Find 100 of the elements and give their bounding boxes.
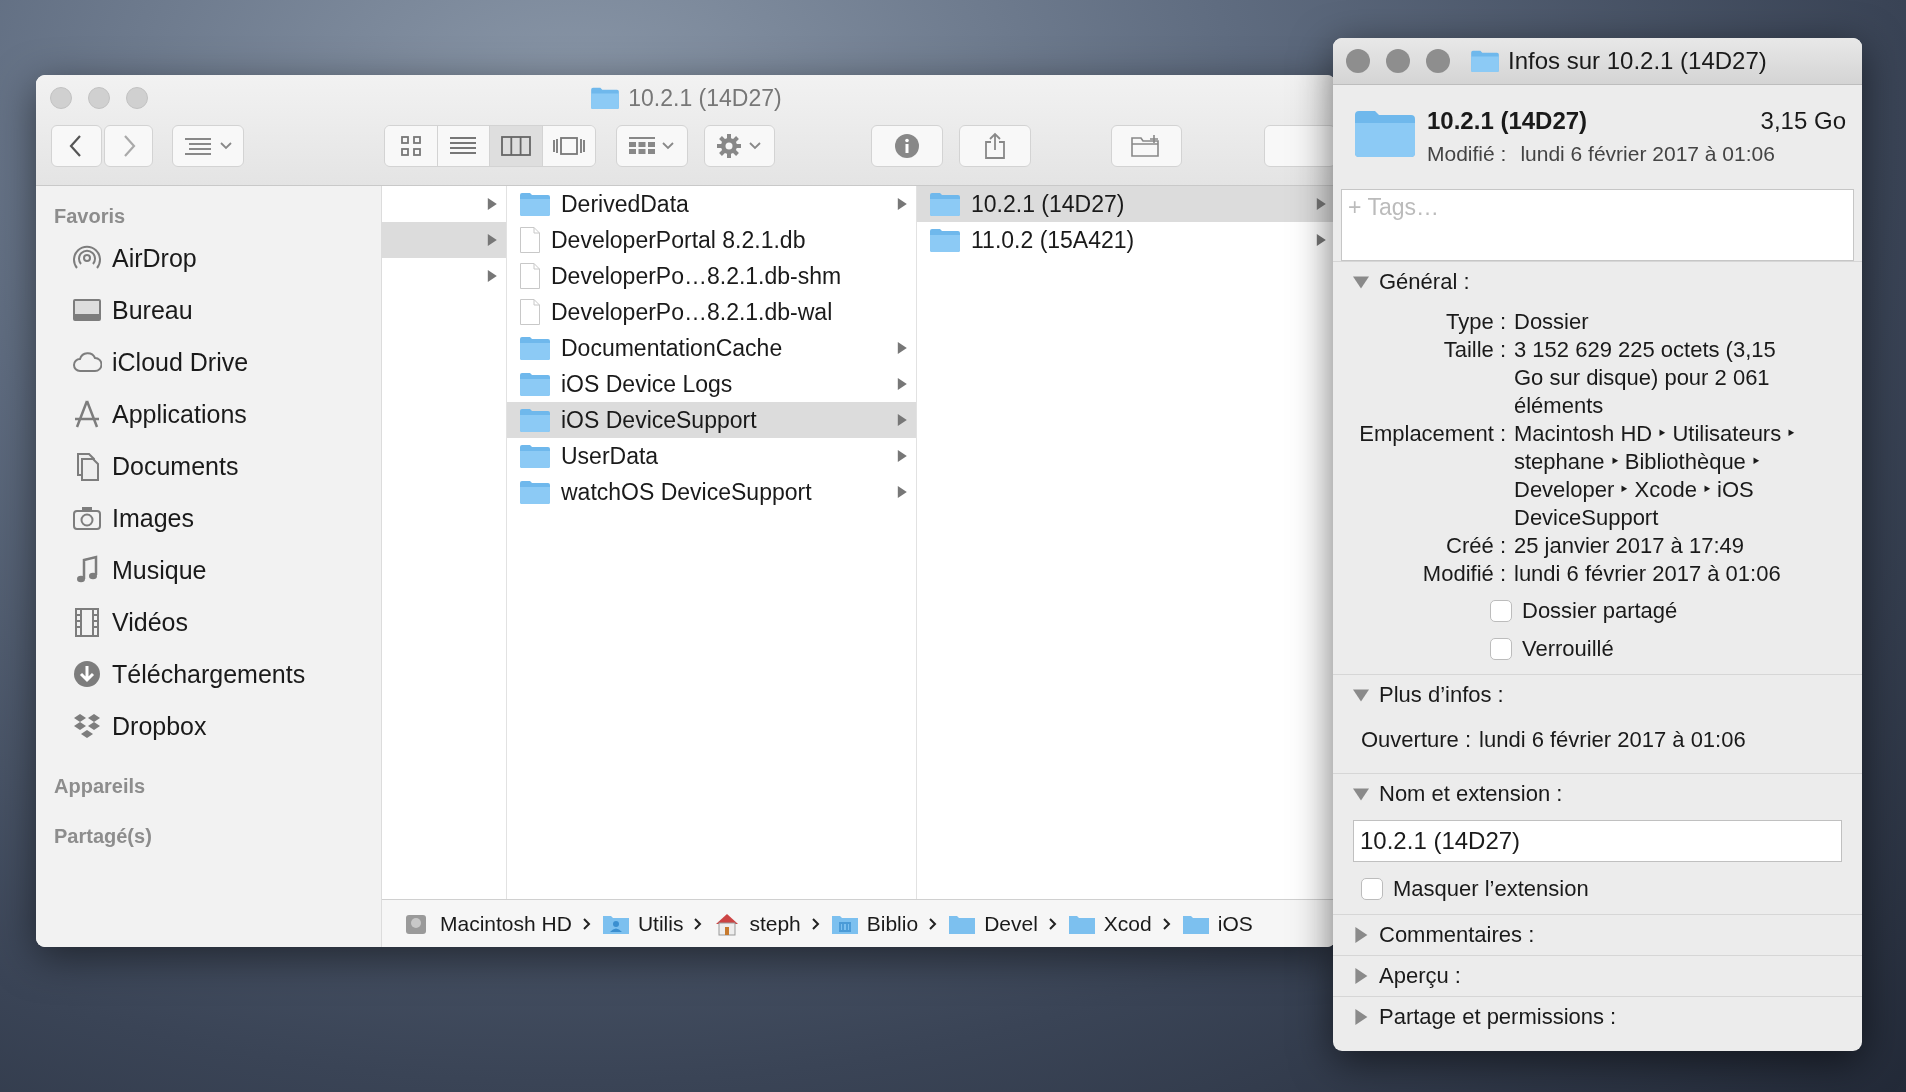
toolbar-button[interactable] [1264,125,1336,167]
group-button[interactable] [615,125,688,167]
sidebar-item[interactable]: Applications [36,388,381,440]
path-item[interactable]: Macintosh HD [404,911,572,936]
sidebar-item[interactable]: Dropbox [36,700,381,752]
folder-icon [929,191,961,217]
property-value: lundi 6 février 2017 à 01:06 [1514,560,1782,588]
settings-icon [716,133,743,159]
list-icon [182,136,213,156]
columns-view-icon [501,136,532,156]
file-row[interactable]: DeveloperPo…8.2.1.db-shm [507,258,916,294]
file-row[interactable]: iOS Device Logs [507,366,916,402]
info-icon [894,133,921,159]
path-item[interactable]: steph [713,911,801,936]
document-icon [519,262,541,290]
section-header[interactable]: Commentaires : [1333,915,1862,955]
file-row[interactable]: DerivedData [507,186,916,222]
sidebar-heading: Appareils [53,773,147,799]
section-header[interactable]: Plus d’infos : [1333,675,1862,715]
checkbox-label: Verrouillé [1522,636,1614,662]
sidebar-item[interactable]: Musique [36,544,381,596]
path-item[interactable]: iOS [1181,911,1253,936]
document-icon [519,298,541,326]
grid-icon [628,136,655,156]
path-item[interactable]: Devel [948,911,1038,936]
folder-icon [1470,49,1500,73]
share-button[interactable] [958,125,1031,167]
property-value: Macintosh HD ‣ Utilisateurs ‣ stephane ‣ Bibliothèque ‣ Developer ‣ Xcode ‣ iOS DeviceSupport [1514,420,1797,532]
sidebar-item[interactable]: Téléchargements [36,648,381,700]
new-folder-button[interactable] [1110,125,1183,167]
folder-icon [519,191,551,217]
property-value: 25 janvier 2017 à 17:49 [1514,532,1745,560]
property-value: 3 152 629 225 octets (3,15 Go sur disque) pour 2 061 éléments [1514,336,1777,420]
folder-icon [519,479,551,505]
document-icon [519,226,541,254]
minimize-button[interactable] [1386,49,1410,73]
forward-button[interactable] [104,125,154,167]
file-row[interactable]: DocumentationCache [507,330,916,366]
modified-date: lundi 6 février 2017 à 01:06 [1520,142,1775,166]
property-label: Ouverture : [1361,727,1472,753]
icons-view-icon [399,135,422,157]
apps-icon [72,399,102,429]
checkbox[interactable] [1490,600,1512,622]
name-field[interactable]: 10.2.1 (14D27) [1353,820,1842,862]
file-row[interactable]: watchOS DeviceSupport [507,474,916,510]
list-view-icon [449,136,478,156]
section-header[interactable]: Aperçu : [1333,956,1862,996]
file-row[interactable]: 11.0.2 (15A421) [917,222,1335,258]
section-header[interactable]: Nom et extension : [1333,774,1862,814]
path-item[interactable]: Biblio [830,911,919,936]
path-item[interactable]: Utilis [601,911,684,936]
caret-icon [218,141,233,151]
folder-icon [929,227,961,253]
file-row[interactable]: iOS DeviceSupport [507,402,916,438]
coverflow-view-icon [551,136,586,156]
minimize-button[interactable] [88,87,110,109]
chevron-icon [810,916,821,931]
file-row[interactable]: 10.2.1 (14D27) [917,186,1335,222]
modified-label: Modifié : [1427,142,1507,166]
view-mode-control[interactable] [383,125,596,167]
sidebar-item[interactable]: iCloud Drive [36,336,381,388]
property-label: Emplacement : [1358,420,1506,448]
checkbox[interactable] [1361,878,1383,900]
zoom-button[interactable] [126,87,148,109]
close-button[interactable] [1346,49,1370,73]
sidebar-item[interactable]: Images [36,492,381,544]
chevron-icon [581,916,592,931]
file-row[interactable]: UserData [507,438,916,474]
section-header[interactable]: Partage et permissions : [1333,997,1862,1037]
section-header[interactable]: Général : [1333,262,1862,302]
sidebar-item[interactable]: AirDrop [36,232,381,284]
close-button[interactable] [50,87,72,109]
folder-icon [519,335,551,361]
info-button[interactable] [871,125,943,167]
sidebar-item[interactable]: Vidéos [36,596,381,648]
path-item[interactable]: Xcod [1067,911,1152,936]
film-strip-icon [72,607,102,637]
caret-icon [748,141,763,151]
checkbox[interactable] [1490,638,1512,660]
settings-button[interactable] [703,125,776,167]
zoom-button[interactable] [1426,49,1450,73]
view-mode-button[interactable] [543,126,595,166]
checkbox-label: Dossier partagé [1522,598,1678,624]
file-row[interactable]: DeveloperPortal 8.2.1.db [507,222,916,258]
sidebar-item[interactable]: Bureau [36,284,381,336]
sidebar-heading: Favoris [53,203,127,229]
sidebar-item[interactable]: Documents [36,440,381,492]
property-label: Taille : [1442,336,1506,364]
view-mode-button[interactable] [437,126,491,166]
sidebar-heading: Partagé(s) [53,823,153,849]
property-value: lundi 6 février 2017 à 01:06 [1479,727,1746,753]
share-icon [982,132,1007,160]
back-button[interactable] [51,125,102,167]
arrange-button[interactable] [172,125,244,167]
chevron-icon [928,916,939,931]
file-row[interactable]: DeveloperPo…8.2.1.db-wal [507,294,916,330]
view-mode-button[interactable] [384,126,438,166]
folder-icon [590,86,621,110]
view-mode-button[interactable] [490,126,544,166]
folder-icon [519,443,551,469]
